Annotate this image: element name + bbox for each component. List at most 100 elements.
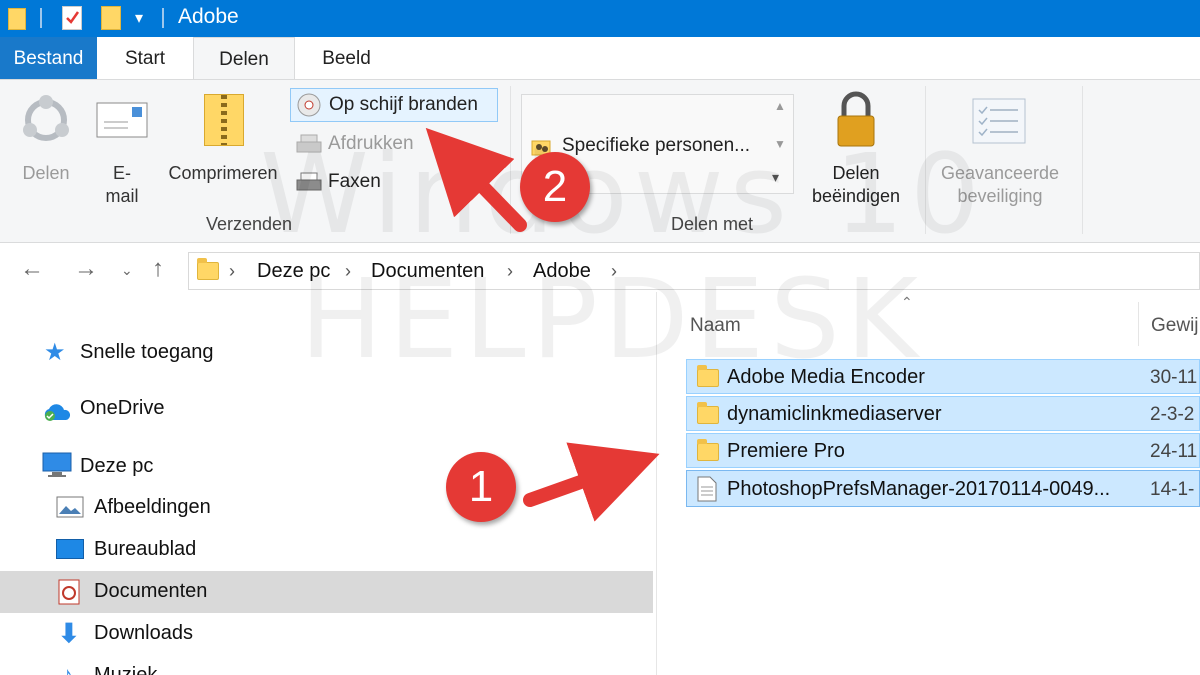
stop-sharing-label: Delen beëindigen — [811, 163, 901, 206]
breadcrumb-documenten[interactable]: Documenten — [371, 260, 484, 283]
file-date: 24-11 — [1150, 441, 1198, 462]
chevron-right-icon[interactable]: › — [611, 261, 617, 282]
tab-start[interactable]: Start — [97, 37, 193, 80]
file-date: 30-11 — [1150, 367, 1198, 388]
chevron-right-icon[interactable]: › — [229, 261, 235, 282]
file-row[interactable]: PhotoshopPrefsManager-20170114-0049... 1… — [686, 470, 1200, 507]
music-note-icon: ♪ — [62, 662, 73, 675]
desktop-icon — [56, 539, 84, 559]
annotation-badge-2: 2 — [520, 152, 590, 222]
printer-icon — [296, 134, 322, 153]
up-arrow-icon[interactable]: ↑ — [152, 255, 164, 283]
separator — [162, 8, 164, 28]
email-icon — [96, 102, 148, 138]
customize-quick-access-icon[interactable]: ▾ — [135, 8, 143, 28]
fax-label: Faxen — [328, 171, 381, 192]
folder-icon — [8, 8, 26, 30]
nav-item-music[interactable]: ♪ Muziek — [56, 662, 356, 675]
nav-label: Deze pc — [80, 455, 154, 477]
email-button[interactable]: E- mail — [92, 88, 152, 206]
chevron-right-icon[interactable]: › — [507, 261, 513, 282]
document-file-icon — [697, 476, 717, 502]
documents-icon — [58, 579, 80, 605]
properties-icon[interactable] — [62, 6, 82, 30]
column-header-name[interactable]: Naam — [690, 315, 741, 337]
file-name: PhotoshopPrefsManager-20170114-0049... — [727, 478, 1111, 500]
nav-label: Documenten — [94, 580, 208, 602]
nav-item-quick-access[interactable]: ★ Snelle toegang — [44, 338, 344, 368]
fax-icon — [296, 172, 322, 191]
gallery-scroll-down[interactable]: ▼ — [774, 137, 786, 151]
file-date: 14-1- — [1150, 479, 1195, 500]
disc-icon — [297, 93, 321, 117]
file-row[interactable]: dynamiclinkmediaserver 2-3-2 — [686, 396, 1200, 431]
tab-beeld[interactable]: Beeld — [293, 37, 400, 80]
file-row[interactable]: Premiere Pro 24-11 — [686, 433, 1200, 468]
nav-item-desktop[interactable]: Bureaublad — [56, 536, 356, 566]
group-separator — [1082, 86, 1083, 234]
folder-icon — [697, 402, 719, 424]
breadcrumb-adobe[interactable]: Adobe — [533, 260, 591, 283]
print-label: Afdrukken — [328, 133, 414, 154]
file-name: Premiere Pro — [727, 440, 845, 462]
nav-item-pictures[interactable]: Afbeeldingen — [56, 494, 356, 524]
file-row[interactable]: Adobe Media Encoder 30-11 — [686, 359, 1200, 394]
nav-item-onedrive[interactable]: OneDrive — [42, 394, 342, 424]
address-bar[interactable]: › Deze pc › Documenten › Adobe › — [188, 252, 1200, 290]
group-label-send: Verzenden — [206, 214, 293, 234]
nav-label: Afbeeldingen — [94, 496, 211, 518]
chevron-right-icon[interactable]: › — [345, 261, 351, 282]
nav-label: Snelle toegang — [80, 341, 214, 363]
forward-arrow-icon[interactable]: → — [74, 255, 98, 283]
group-separator — [925, 86, 926, 234]
title-bar: ▾ Adobe — [0, 0, 1200, 37]
burn-label: Op schijf branden — [329, 94, 478, 115]
arrow-to-file-list — [523, 442, 660, 522]
ribbon-tabs: Bestand Start Delen Beeld — [0, 37, 1200, 80]
share-button[interactable]: Delen — [10, 88, 82, 198]
separator — [40, 8, 42, 28]
security-list-icon — [972, 98, 1026, 144]
advanced-security-button[interactable]: Geavanceerde beveiliging — [932, 88, 1068, 206]
file-date: 2-3-2 — [1150, 404, 1195, 425]
back-arrow-icon[interactable]: ← — [20, 255, 44, 283]
download-arrow-icon: ⬇ — [58, 618, 80, 648]
nav-label: Bureaublad — [94, 538, 197, 560]
gallery-expand[interactable]: ▾ — [772, 169, 779, 186]
onedrive-cloud-icon — [44, 404, 71, 421]
compress-button[interactable]: Comprimeren — [162, 88, 284, 198]
pictures-icon — [56, 496, 84, 518]
folder-icon — [697, 439, 719, 461]
column-header-modified[interactable]: Gewij — [1151, 315, 1199, 337]
email-label: E- mail — [105, 163, 139, 206]
fax-button[interactable]: Faxen — [290, 166, 490, 200]
recent-locations-chevron-icon[interactable]: ⌄ — [121, 262, 133, 279]
folder-icon — [197, 258, 219, 280]
zip-folder-icon — [204, 94, 244, 146]
tab-delen[interactable]: Delen — [193, 37, 295, 80]
nav-label: Downloads — [94, 622, 193, 644]
sort-ascending-icon: ⌃ — [901, 294, 913, 310]
tab-bestand[interactable]: Bestand — [0, 37, 97, 80]
burn-to-disc-button[interactable]: Op schijf branden — [290, 88, 498, 122]
nav-item-downloads[interactable]: ⬇ Downloads — [56, 618, 356, 650]
nav-label: Muziek — [94, 664, 158, 675]
group-separator — [510, 86, 511, 234]
stop-sharing-button[interactable]: Delen beëindigen — [800, 88, 912, 206]
breadcrumb-deze-pc[interactable]: Deze pc — [257, 260, 330, 283]
print-button[interactable]: Afdrukken — [290, 128, 490, 162]
nav-item-this-pc[interactable]: Deze pc — [42, 450, 342, 480]
share-label: Delen — [22, 163, 70, 183]
nav-item-documents[interactable]: Documenten — [56, 578, 356, 608]
window-title: Adobe — [178, 5, 239, 28]
file-name: Adobe Media Encoder — [727, 366, 925, 388]
new-folder-icon[interactable] — [101, 6, 121, 30]
file-name: dynamiclinkmediaserver — [727, 403, 942, 425]
group-label-share-with: Delen met — [671, 214, 754, 234]
gallery-scroll-up[interactable]: ▲ — [774, 99, 786, 113]
advanced-security-label: Geavanceerde beveiliging — [940, 163, 1060, 206]
column-separator[interactable] — [1138, 302, 1139, 346]
pane-divider[interactable] — [656, 292, 657, 675]
computer-icon — [42, 452, 72, 477]
compress-label: Comprimeren — [168, 163, 278, 183]
